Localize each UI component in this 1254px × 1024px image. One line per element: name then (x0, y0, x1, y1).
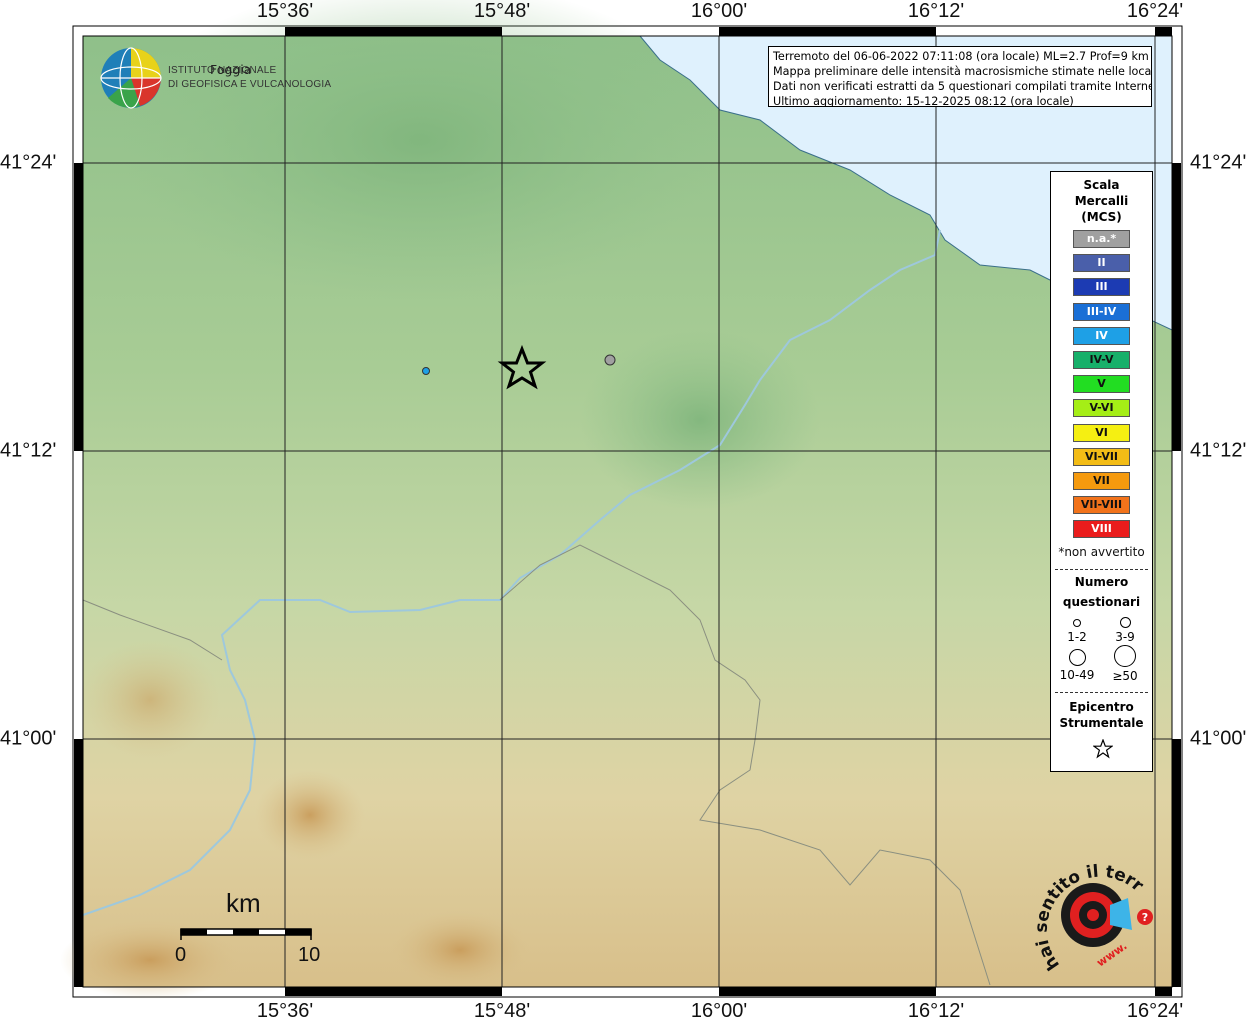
legend-title-line: Mercalli (1074, 194, 1129, 208)
info-line-2: Mappa preliminare delle intensità macros… (773, 65, 1152, 78)
swatch-iv: IV (1073, 326, 1130, 345)
lon-label: 16°24' (1126, 0, 1184, 22)
event-info-box: Terremoto del 06-06-2022 07:11:08 (ora l… (768, 46, 1152, 107)
lat-label: 41°00' (1190, 727, 1247, 750)
scale-min: 0 (175, 944, 187, 966)
count-title: Numero (1074, 575, 1129, 589)
city-label: Foggia (210, 62, 252, 77)
size-circle-icon (1068, 649, 1086, 666)
size-circle-icon (1119, 617, 1131, 628)
swatch-iv-v: IV-V (1073, 351, 1130, 369)
swatch-n-a-: n.a.* (1073, 230, 1130, 248)
legend-divider (1055, 569, 1148, 570)
badge-text: hai sentito il terremoto.it www. (1030, 855, 1148, 974)
scale-max: 10 (298, 944, 321, 966)
epicentre-title: Epicentro (1069, 700, 1134, 714)
swatch-vi-vii: VI-VII (1073, 447, 1130, 466)
swatch-viii: VIII (1073, 520, 1130, 539)
legend-panel: Scala Mercalli (MCS) n.a.* II III III-IV IV I… (1050, 171, 1153, 772)
swatch-ii: II (1073, 254, 1130, 273)
info-line-1: Terremoto del 06-06-2022 07:11:08 (ora l… (773, 50, 1149, 63)
lon-label: 16°24' (1126, 1000, 1184, 1022)
swatch-vii-viii: VII-VIII (1073, 496, 1130, 515)
lon-label: 16°00' (690, 0, 748, 22)
info-line-4: Ultimo aggiornamento: 15-12-2025 08:12 (… (773, 95, 1074, 107)
logo-line-2: DI GEOFISICA E VULCANOLOGIA (168, 79, 332, 90)
legend-note: *non avvertito (1058, 545, 1145, 559)
size-item-3-9: 3-9 (1105, 617, 1145, 644)
ingv-logo-icon (100, 47, 162, 109)
badge-url: www. (1094, 939, 1129, 969)
size-circle-icon (1114, 645, 1136, 667)
lat-label: 41°00' (0, 727, 57, 750)
size-item-1-2: 1-2 (1057, 619, 1097, 644)
lat-label: 41°12' (0, 439, 57, 462)
lat-label: 41°12' (1190, 439, 1247, 462)
swatch-v-vi: V-VI (1073, 399, 1130, 418)
swatch-iii: III (1073, 278, 1130, 297)
size-label: ≥50 (1112, 669, 1138, 683)
size-label: 10-49 (1059, 668, 1095, 682)
info-line-3: Dati non verificati estratti da 5 questi… (773, 80, 1152, 93)
size-circle-icon (1073, 619, 1081, 627)
swatch-v: V (1073, 375, 1130, 394)
swatch-iii-iv: III-IV (1073, 302, 1130, 321)
size-label: 1-2 (1067, 630, 1087, 644)
legend-title-line: Scala (1083, 178, 1120, 192)
legend-divider (1055, 692, 1148, 693)
count-title-2: questionari (1062, 595, 1141, 609)
lon-label: 16°12' (907, 0, 965, 22)
size-item-10-49: 10-49 (1057, 649, 1097, 682)
lon-label: 15°36' (256, 1000, 314, 1022)
legend-title-line: (MCS) (1081, 210, 1122, 224)
intensity-point-na[interactable] (604, 354, 616, 366)
epicentre-title-2: Strumentale (1059, 716, 1144, 730)
lat-label: 41°24' (1190, 151, 1247, 174)
swatch-vi: VI (1073, 423, 1130, 442)
size-item-50: ≥50 (1105, 645, 1145, 683)
badge-label: hai sentito il terremoto.it (1030, 855, 1148, 974)
lon-label: 15°48' (473, 0, 531, 22)
swatch-vii: VII (1073, 472, 1130, 490)
lon-label: 15°36' (256, 0, 314, 22)
star-icon (1093, 739, 1113, 759)
lon-label: 15°48' (473, 1000, 531, 1022)
legend-title: Scala Mercalli (MCS) (1051, 177, 1152, 225)
size-label: 3-9 (1115, 630, 1135, 644)
lat-label: 41°24' (0, 151, 57, 174)
lon-label: 16°00' (690, 1000, 748, 1022)
intensity-point-iv[interactable] (422, 367, 430, 375)
lon-label: 16°12' (907, 1000, 965, 1022)
scale-unit: km (226, 888, 261, 918)
